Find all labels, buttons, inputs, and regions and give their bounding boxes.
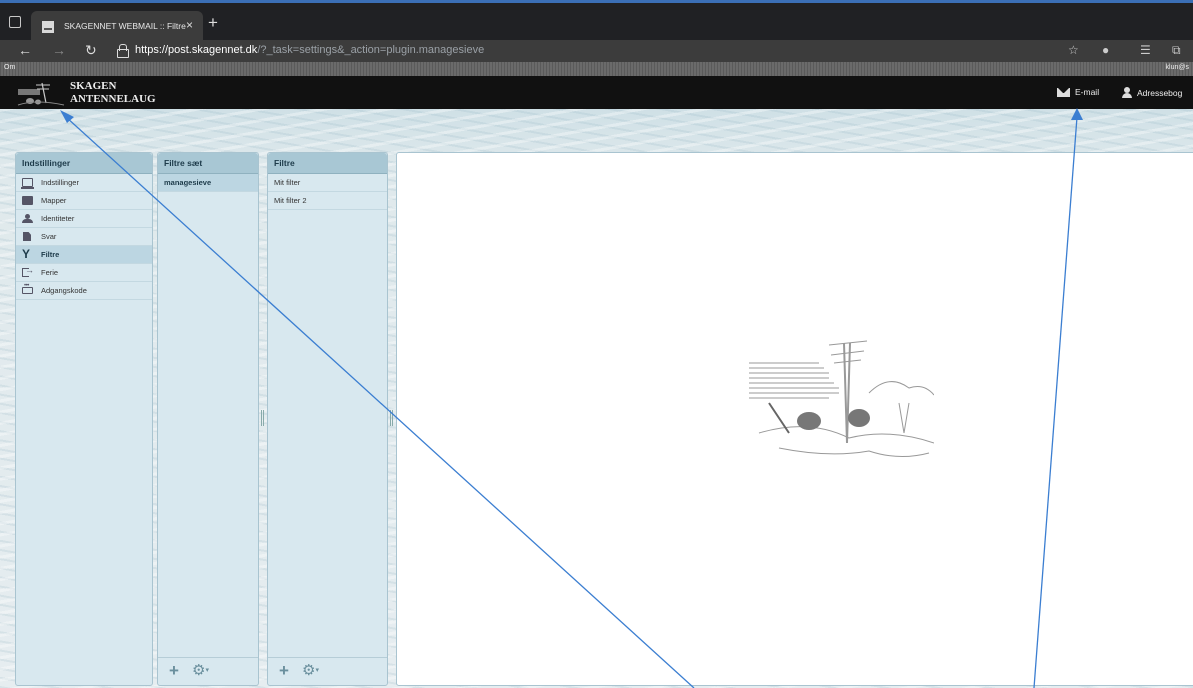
annotation-arrows: [60, 108, 1083, 688]
arrow-head-icon: [60, 110, 74, 123]
arrow-head-icon: [1071, 108, 1083, 120]
arrow-to-email: [1033, 116, 1078, 688]
arrow-to-logo: [65, 116, 695, 688]
